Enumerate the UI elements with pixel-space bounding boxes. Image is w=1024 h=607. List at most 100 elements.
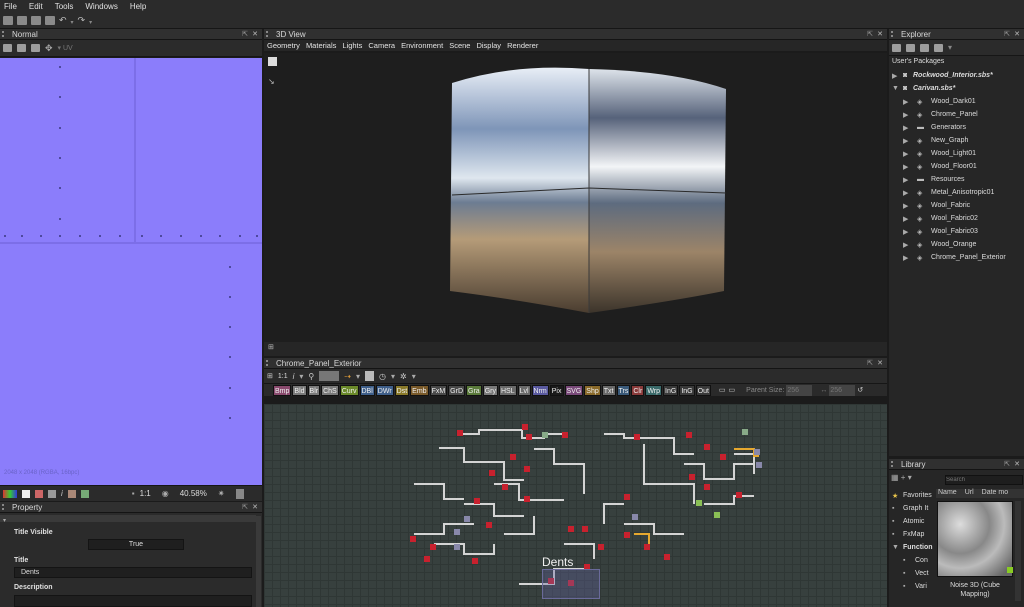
view3d-menu-camera[interactable]: Camera (368, 41, 395, 50)
grip-icon[interactable] (266, 31, 272, 37)
expand-icon[interactable]: ▶ (889, 72, 899, 80)
filter-emb[interactable]: Emb (410, 384, 429, 396)
graph-node[interactable] (756, 462, 762, 468)
graph-node[interactable] (489, 470, 495, 476)
graph-node[interactable] (736, 492, 742, 498)
chevron-down-icon[interactable]: ▾ (908, 473, 912, 482)
graph-node[interactable] (598, 544, 604, 550)
graph-node[interactable] (524, 496, 530, 502)
graph-node[interactable] (524, 466, 530, 472)
filter-dwr[interactable]: DWr (375, 384, 394, 396)
graph-node[interactable] (464, 516, 470, 522)
expand-icon[interactable]: ▶ (903, 137, 913, 145)
graph-node[interactable] (526, 434, 532, 440)
column-name[interactable]: Name (938, 489, 957, 498)
filter-pix[interactable]: Pix (549, 384, 564, 396)
expand-icon[interactable]: ▶ (903, 189, 913, 197)
channel-rgb-icon[interactable] (3, 489, 17, 498)
expand-icon[interactable]: ▶ (903, 150, 913, 158)
chevron-down-icon[interactable]: ▾ (299, 372, 303, 381)
scrollbar-handle[interactable] (235, 488, 244, 499)
graph-node[interactable] (720, 454, 726, 460)
explorer-item[interactable]: ▶ ◈ New_Graph (889, 134, 1024, 147)
info-icon[interactable]: i (61, 489, 63, 498)
open-package-icon[interactable] (906, 43, 915, 52)
filter-txt[interactable]: Txt (601, 384, 616, 396)
graph-node[interactable] (632, 514, 638, 520)
pin-icon[interactable]: ⇱ (242, 503, 248, 511)
pin-icon[interactable]: ⇱ (1004, 30, 1010, 38)
library-category-function[interactable]: ▼ Function (889, 541, 935, 554)
filter-trs[interactable]: Trs (616, 384, 631, 396)
menu-edit[interactable]: Edit (29, 2, 43, 11)
move-icon[interactable]: ✥ (45, 43, 53, 54)
graph-node[interactable] (502, 484, 508, 490)
pin-icon[interactable]: ⇱ (1004, 460, 1010, 468)
explorer-item[interactable]: ▶ ◈ Metal_Anisotropic01 (889, 186, 1024, 199)
library-category-favorites[interactable]: ★ Favorites (889, 489, 935, 502)
graph-node[interactable] (754, 449, 760, 455)
frame-icon[interactable]: ▭ (728, 385, 737, 396)
view3d-menu-scene[interactable]: Scene (449, 41, 470, 50)
zoom-out-icon[interactable]: ▪ (132, 489, 135, 498)
filter-out[interactable]: Out (695, 384, 711, 396)
zoom-ratio[interactable]: 1:1 (140, 489, 151, 498)
filter-clr[interactable]: Clr (631, 384, 645, 396)
graph-node[interactable] (704, 484, 710, 490)
close-icon[interactable]: ✕ (1014, 30, 1020, 38)
filter-fxm[interactable]: FxM (429, 384, 448, 396)
collapse-icon[interactable]: ▼ (889, 85, 899, 92)
graph-node[interactable] (686, 432, 692, 438)
grip-icon[interactable] (266, 360, 272, 366)
graph-ratio[interactable]: 1:1 (278, 373, 288, 380)
channel-alpha-icon[interactable] (22, 489, 30, 498)
filter-wrp[interactable]: Wrp (645, 384, 663, 396)
grip-icon[interactable] (2, 31, 8, 37)
filter-bmp[interactable]: Bmp (273, 384, 292, 396)
graph-node[interactable] (486, 522, 492, 528)
explorer-item[interactable]: ▶ ◈ Wool_Fabric02 (889, 212, 1024, 225)
explorer-item[interactable]: ▶ ◈ Wood_Light01 (889, 147, 1024, 160)
menu-help[interactable]: Help (130, 2, 146, 11)
filter-curv[interactable]: Curv (339, 384, 359, 396)
new-graph-icon[interactable] (17, 16, 27, 25)
normal-map-view[interactable]: 2048 x 2048 (RGBA, 16bpc) (0, 58, 262, 485)
explorer-item[interactable]: ▶ ◈ Wood_Floor01 (889, 160, 1024, 173)
pin-icon[interactable]: ⇱ (242, 30, 248, 38)
library-category-fxmap[interactable]: ▪ FxMap (889, 528, 935, 541)
view3d-menu-materials[interactable]: Materials (306, 41, 336, 50)
select-tool-icon[interactable] (268, 57, 277, 66)
filter-gry[interactable]: Gry (482, 384, 498, 396)
pin-icon[interactable]: ⇱ (867, 30, 873, 38)
close-icon[interactable]: ✕ (252, 30, 258, 38)
graph-node[interactable] (696, 500, 702, 506)
filter-lvl[interactable]: Lvl (517, 384, 531, 396)
close-icon[interactable]: ✕ (877, 359, 883, 367)
filter-hsl[interactable]: HSL (498, 384, 517, 396)
parent-size-field-2[interactable]: 256 (829, 384, 856, 396)
column-url[interactable]: Url (965, 489, 974, 498)
view3d-menu-lights[interactable]: Lights (342, 41, 362, 50)
view-mode-icon[interactable] (3, 44, 12, 52)
menu-file[interactable]: File (4, 2, 17, 11)
column-date[interactable]: Date mo (982, 489, 1008, 498)
graph-view-icon[interactable]: ⊞ (267, 372, 273, 380)
graph-node[interactable] (634, 434, 640, 440)
color-picker-icon[interactable] (80, 489, 89, 498)
close-icon[interactable]: ✕ (252, 503, 258, 511)
noise-3d-thumbnail[interactable] (937, 501, 1013, 577)
graph-node[interactable] (714, 512, 720, 518)
new-package-icon[interactable] (892, 43, 901, 52)
camera-icon[interactable]: ⊞ (264, 344, 274, 351)
add-icon[interactable]: + (901, 473, 906, 482)
save-all-icon[interactable] (934, 43, 943, 52)
copy-image-icon[interactable] (31, 44, 40, 52)
explorer-item[interactable]: ▶ ◈ Wood_Dark01 (889, 95, 1024, 108)
expand-icon[interactable]: ▶ (903, 241, 913, 249)
filter-ing[interactable]: InG (663, 384, 679, 396)
expand-icon[interactable]: ▶ (903, 98, 913, 106)
title-field[interactable]: Dents (14, 567, 252, 578)
connection-icon[interactable]: ⇢ (344, 372, 351, 381)
grip-icon[interactable] (891, 461, 897, 467)
expand-icon[interactable]: ▶ (903, 163, 913, 171)
